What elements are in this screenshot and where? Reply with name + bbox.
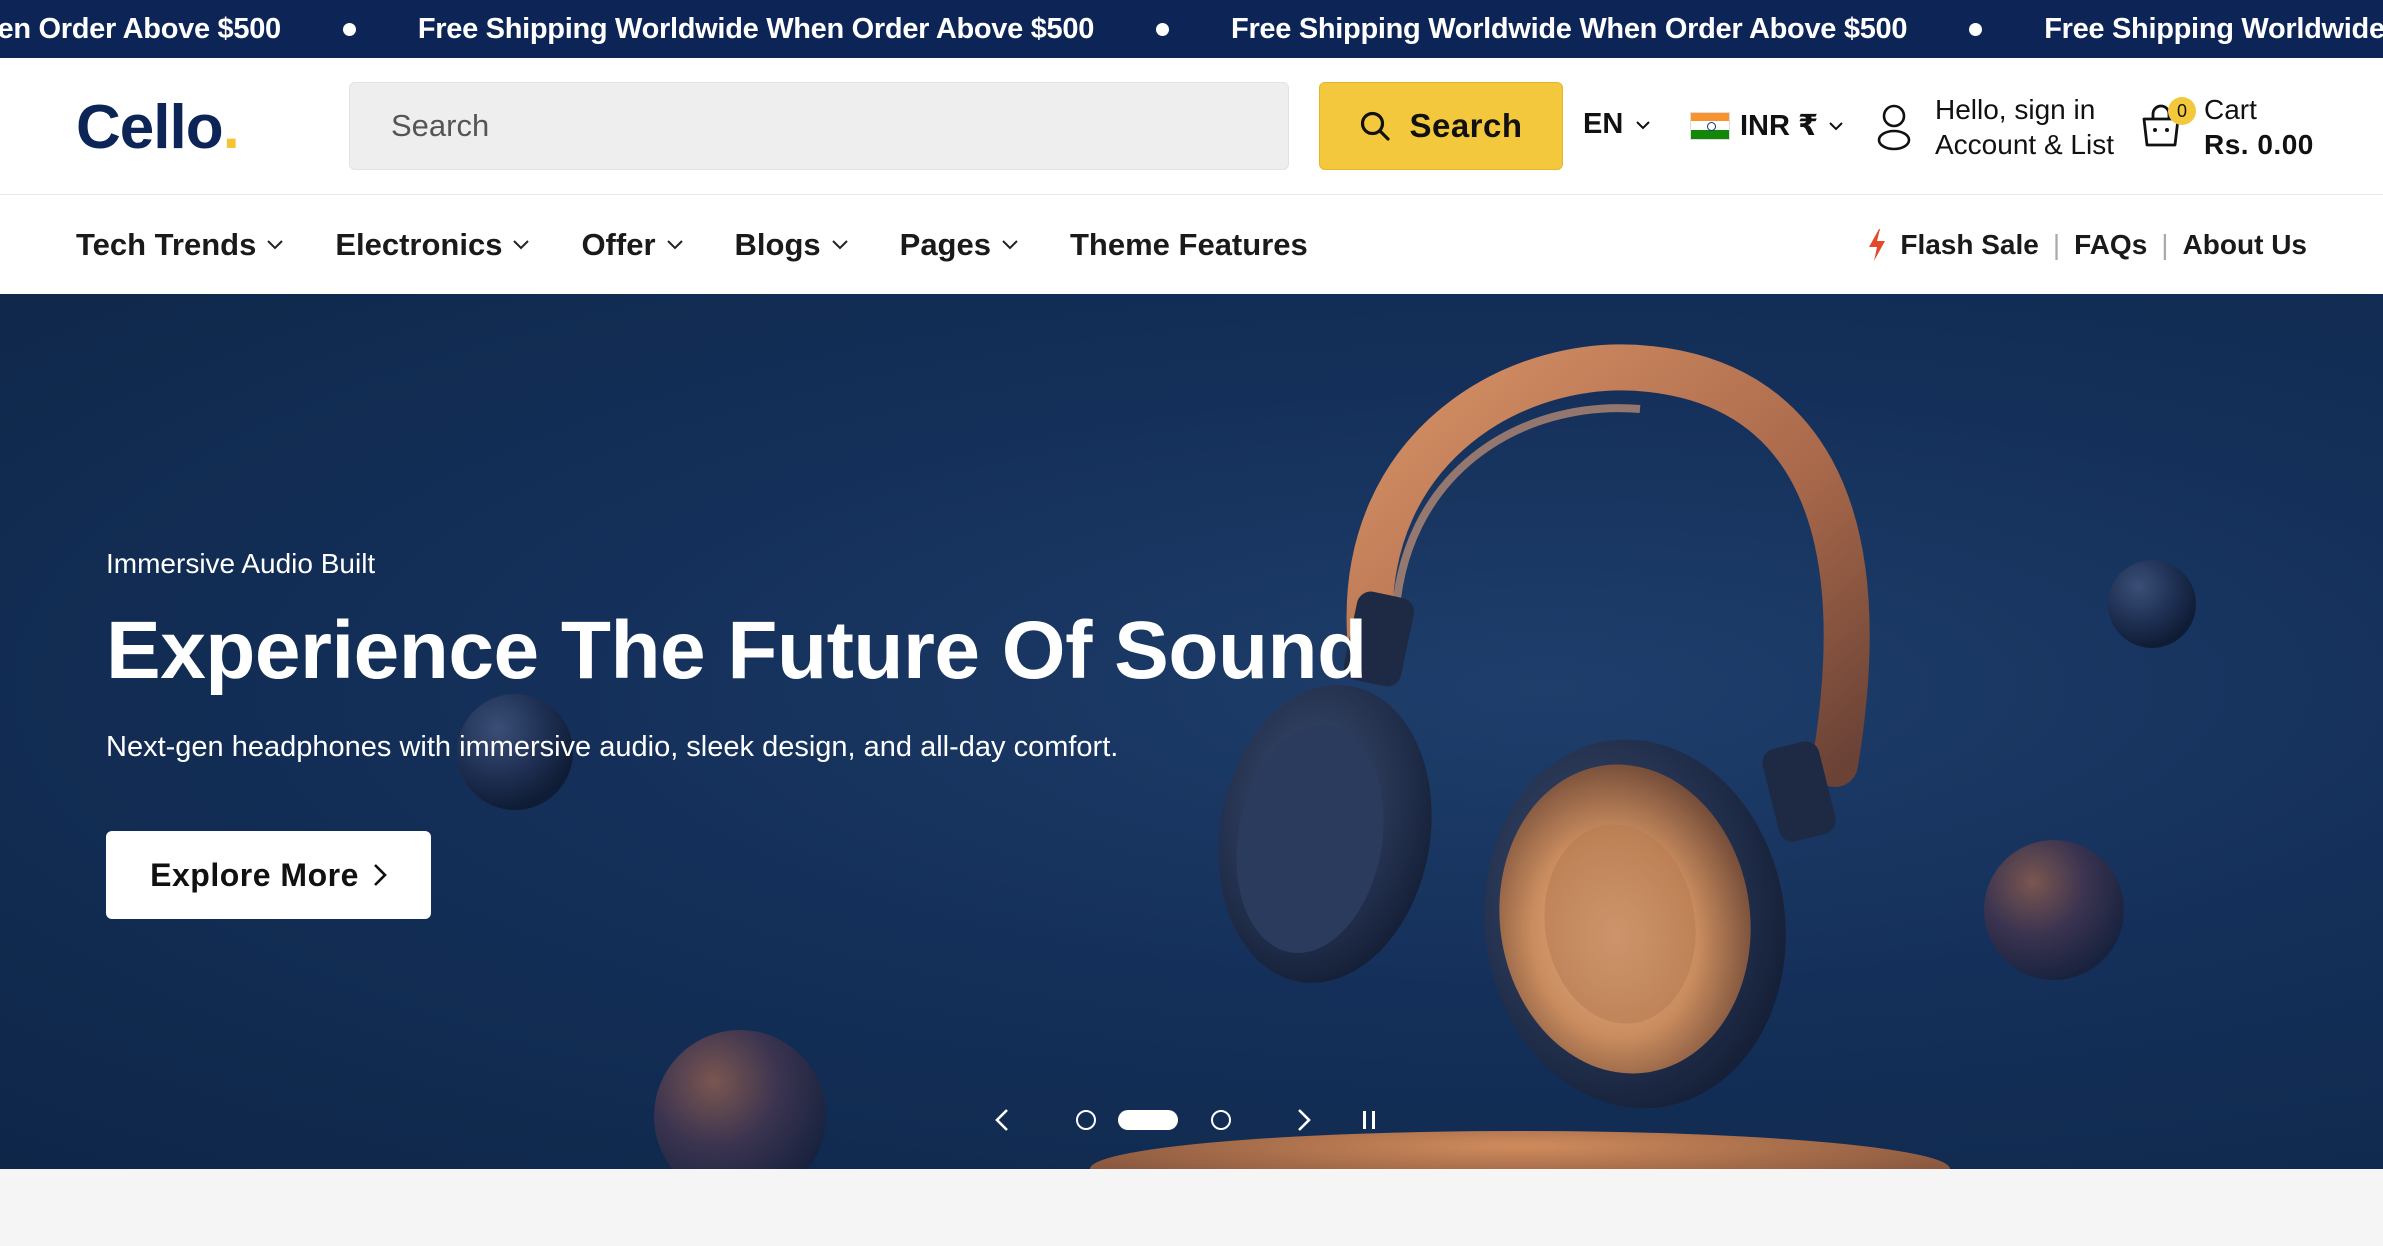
announcement-bar: wide When Order Above $500 Free Shipping…: [0, 0, 2383, 58]
nav-label: Blogs: [734, 226, 821, 262]
cart-total: Rs. 0.00: [2204, 129, 2314, 160]
nav-item-tech-trends[interactable]: Tech Trends: [76, 227, 284, 263]
announcement-text: wide When Order Above $500: [0, 12, 281, 45]
slide-dot-2-active[interactable]: [1118, 1110, 1178, 1130]
nav-label: Theme Features: [1069, 226, 1308, 262]
hero-slider: Immersive Audio Built Experience The Fut…: [0, 294, 2383, 1169]
currency-selector[interactable]: INR ₹: [1690, 108, 1844, 143]
search-input[interactable]: [349, 82, 1289, 170]
hero-eyebrow: Immersive Audio Built: [106, 548, 376, 579]
chevron-down-icon: [1001, 239, 1019, 250]
nav-item-electronics[interactable]: Electronics: [335, 227, 530, 263]
nav-label: Offer: [581, 226, 656, 262]
account-link[interactable]: Hello, sign in Account & List: [1875, 92, 2114, 162]
language-value: EN: [1583, 108, 1624, 140]
language-selector[interactable]: EN: [1583, 108, 1651, 141]
chevron-down-icon: [1635, 120, 1651, 130]
account-greeting: Hello, sign in: [1935, 94, 2096, 125]
currency-value: INR ₹: [1740, 110, 1819, 142]
hero-title: Experience The Future Of Sound: [106, 605, 1367, 696]
chevron-down-icon: [266, 239, 284, 250]
nav-item-blogs[interactable]: Blogs: [735, 227, 849, 263]
hero-description: Next-gen headphones with immersive audio…: [106, 731, 1119, 763]
main-nav: Tech Trends Electronics Offer Blogs Page…: [0, 195, 2383, 294]
next-slide-button[interactable]: [1297, 1108, 1311, 1132]
divider: |: [2052, 228, 2061, 260]
nav-label: Pages: [899, 226, 991, 262]
nav-label: Tech Trends: [76, 226, 257, 262]
slide-dot-3[interactable]: [1211, 1110, 1231, 1130]
cart-label: Cart: [2204, 94, 2257, 125]
search-button-label: Search: [1409, 107, 1523, 144]
explore-more-label: Explore More: [150, 856, 359, 893]
user-icon: [1875, 103, 1913, 151]
site-header: Cello. Search EN INR ₹ Hello, sign in Ac…: [0, 58, 2383, 195]
slider-controls: [985, 1100, 1377, 1140]
pause-icon[interactable]: [1361, 1109, 1377, 1131]
lightning-icon: [1866, 228, 1888, 262]
chevron-down-icon: [1828, 121, 1844, 131]
cart-link[interactable]: 0 Cart Rs. 0.00: [2138, 92, 2314, 162]
announcement-text: Free Shipping Worldwide W: [2044, 12, 2383, 45]
search-button[interactable]: Search: [1319, 82, 1563, 170]
announcement-text: Free Shipping Worldwide When Order Above…: [417, 12, 1095, 45]
account-label: Account & List: [1935, 129, 2114, 160]
logo-text: Cello: [76, 93, 224, 162]
faqs-link[interactable]: FAQs: [2074, 229, 2147, 261]
bullet-dot: [1969, 22, 1983, 36]
chevron-right-icon: [373, 863, 387, 887]
explore-more-button[interactable]: Explore More: [106, 831, 431, 919]
nav-item-theme-features[interactable]: Theme Features: [1070, 227, 1308, 263]
bullet-dot: [342, 22, 356, 36]
chevron-down-icon: [831, 239, 849, 250]
bullet-dot: [1156, 22, 1170, 36]
nav-item-offer[interactable]: Offer: [581, 227, 683, 263]
flash-sale-link[interactable]: Flash Sale: [1900, 229, 2039, 261]
search-icon: [1359, 110, 1391, 142]
cart-count-badge: 0: [2168, 97, 2196, 125]
slide-dot-1[interactable]: [1076, 1110, 1096, 1130]
chevron-down-icon: [666, 239, 684, 250]
announcement-text: Free Shipping Worldwide When Order Above…: [1231, 12, 1908, 45]
india-flag-icon: [1690, 111, 1730, 140]
chevron-down-icon: [512, 239, 530, 250]
logo[interactable]: Cello.: [76, 92, 240, 163]
announcement-track: wide When Order Above $500 Free Shipping…: [0, 0, 2383, 58]
divider: |: [2161, 228, 2169, 260]
next-section: [0, 1169, 2383, 1246]
previous-slide-button[interactable]: [985, 1108, 1019, 1132]
nav-item-pages[interactable]: Pages: [900, 227, 1019, 263]
nav-label: Electronics: [335, 226, 503, 262]
about-us-link[interactable]: About Us: [2183, 229, 2307, 261]
logo-dot: .: [222, 93, 240, 162]
